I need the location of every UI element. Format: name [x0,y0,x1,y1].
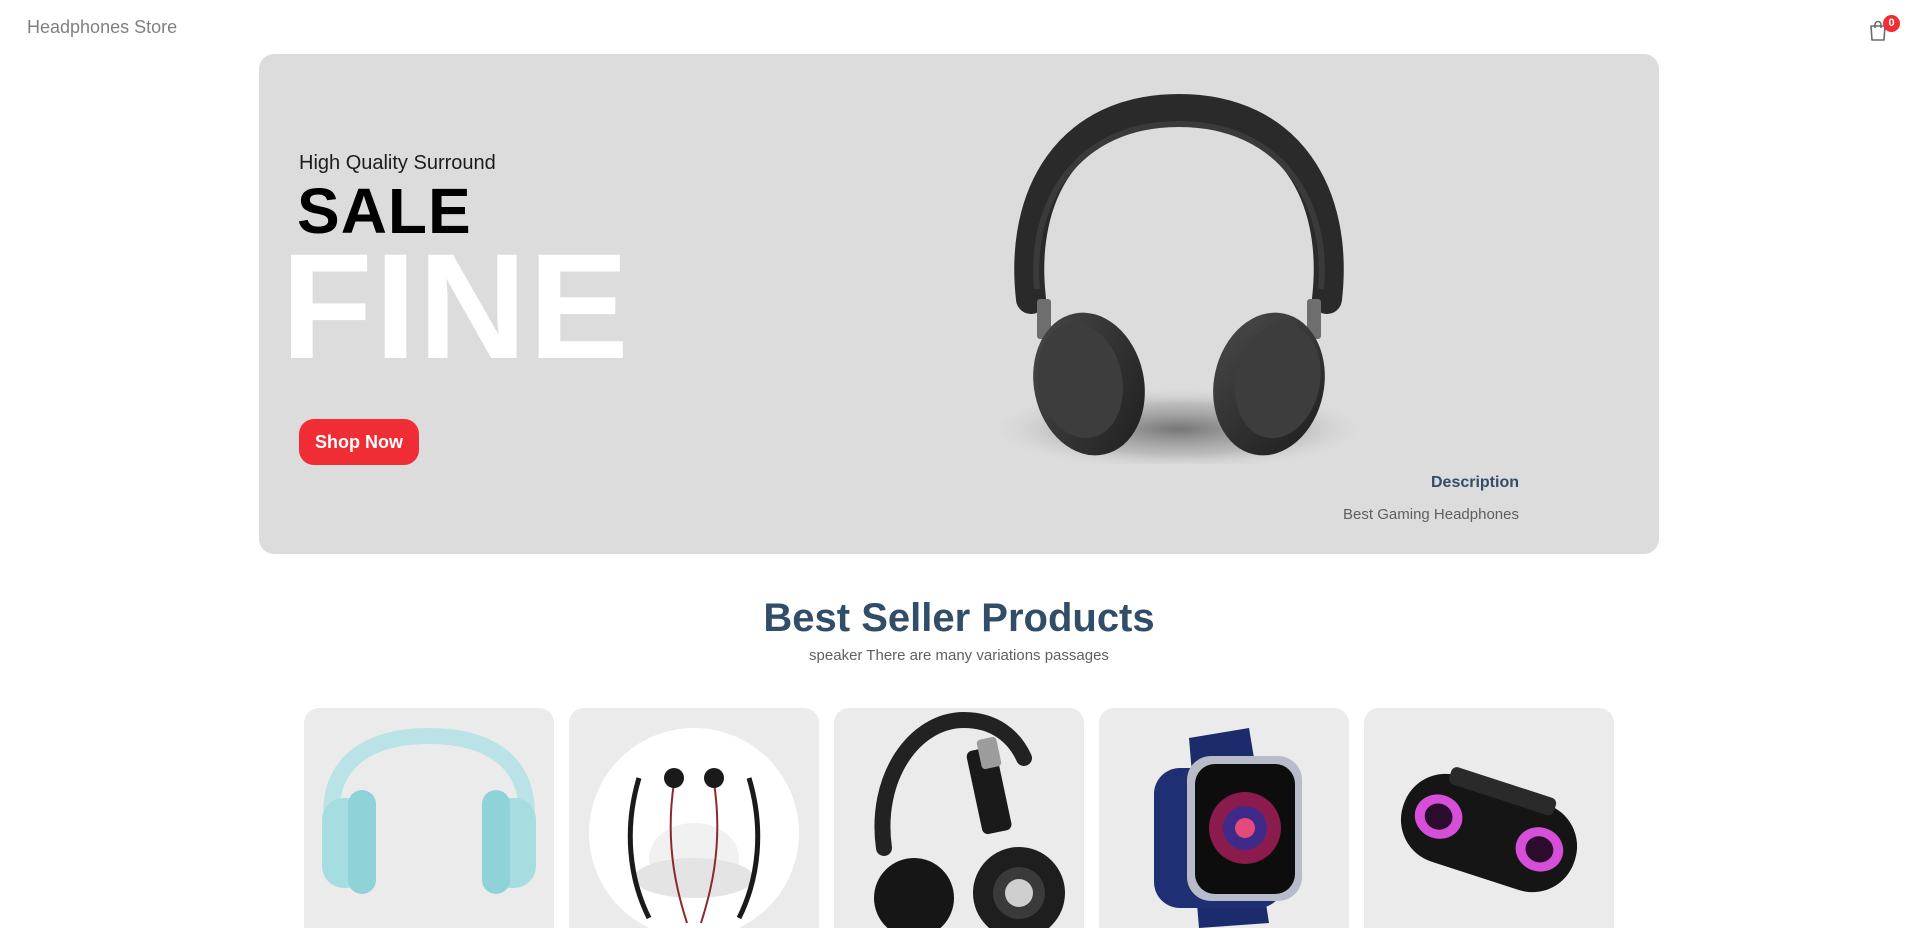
navbar: Headphones Store 0 [0,0,1918,54]
description-text: Best Gaming Headphones [1343,506,1519,523]
smartwatch-image [1154,728,1302,928]
cart-count-badge: 0 [1883,15,1900,32]
neckband-earphones-image [589,728,799,928]
description-title: Description [1430,474,1519,491]
product-card[interactable] [569,708,819,928]
product-card[interactable] [1364,708,1614,928]
teal-headphones-image [322,727,536,894]
boat-headphones-image [874,711,1065,928]
headphones-black-image [989,93,1369,464]
products-row [304,708,1616,928]
product-card[interactable] [304,708,554,928]
cart-button[interactable]: 0 [1866,15,1900,44]
products-heading: Best Seller Products speaker There are m… [0,596,1918,664]
hero-small-text: High Quality Surround [299,152,496,174]
products-subtitle: speaker There are many variations passag… [809,647,1109,664]
products-title: Best Seller Products [763,596,1155,640]
bluetooth-speaker-image [1400,767,1578,893]
hero-description: Description Best Gaming Headphones [1343,474,1519,523]
hero-banner: High Quality Surround SALE FINE Shop Now [259,54,1659,554]
shop-now-button[interactable]: Shop Now [299,419,419,465]
hero-large-text: FINE [281,222,631,390]
product-card[interactable] [1099,708,1349,928]
store-logo-link[interactable]: Headphones Store [27,17,177,38]
product-card[interactable] [834,708,1084,928]
